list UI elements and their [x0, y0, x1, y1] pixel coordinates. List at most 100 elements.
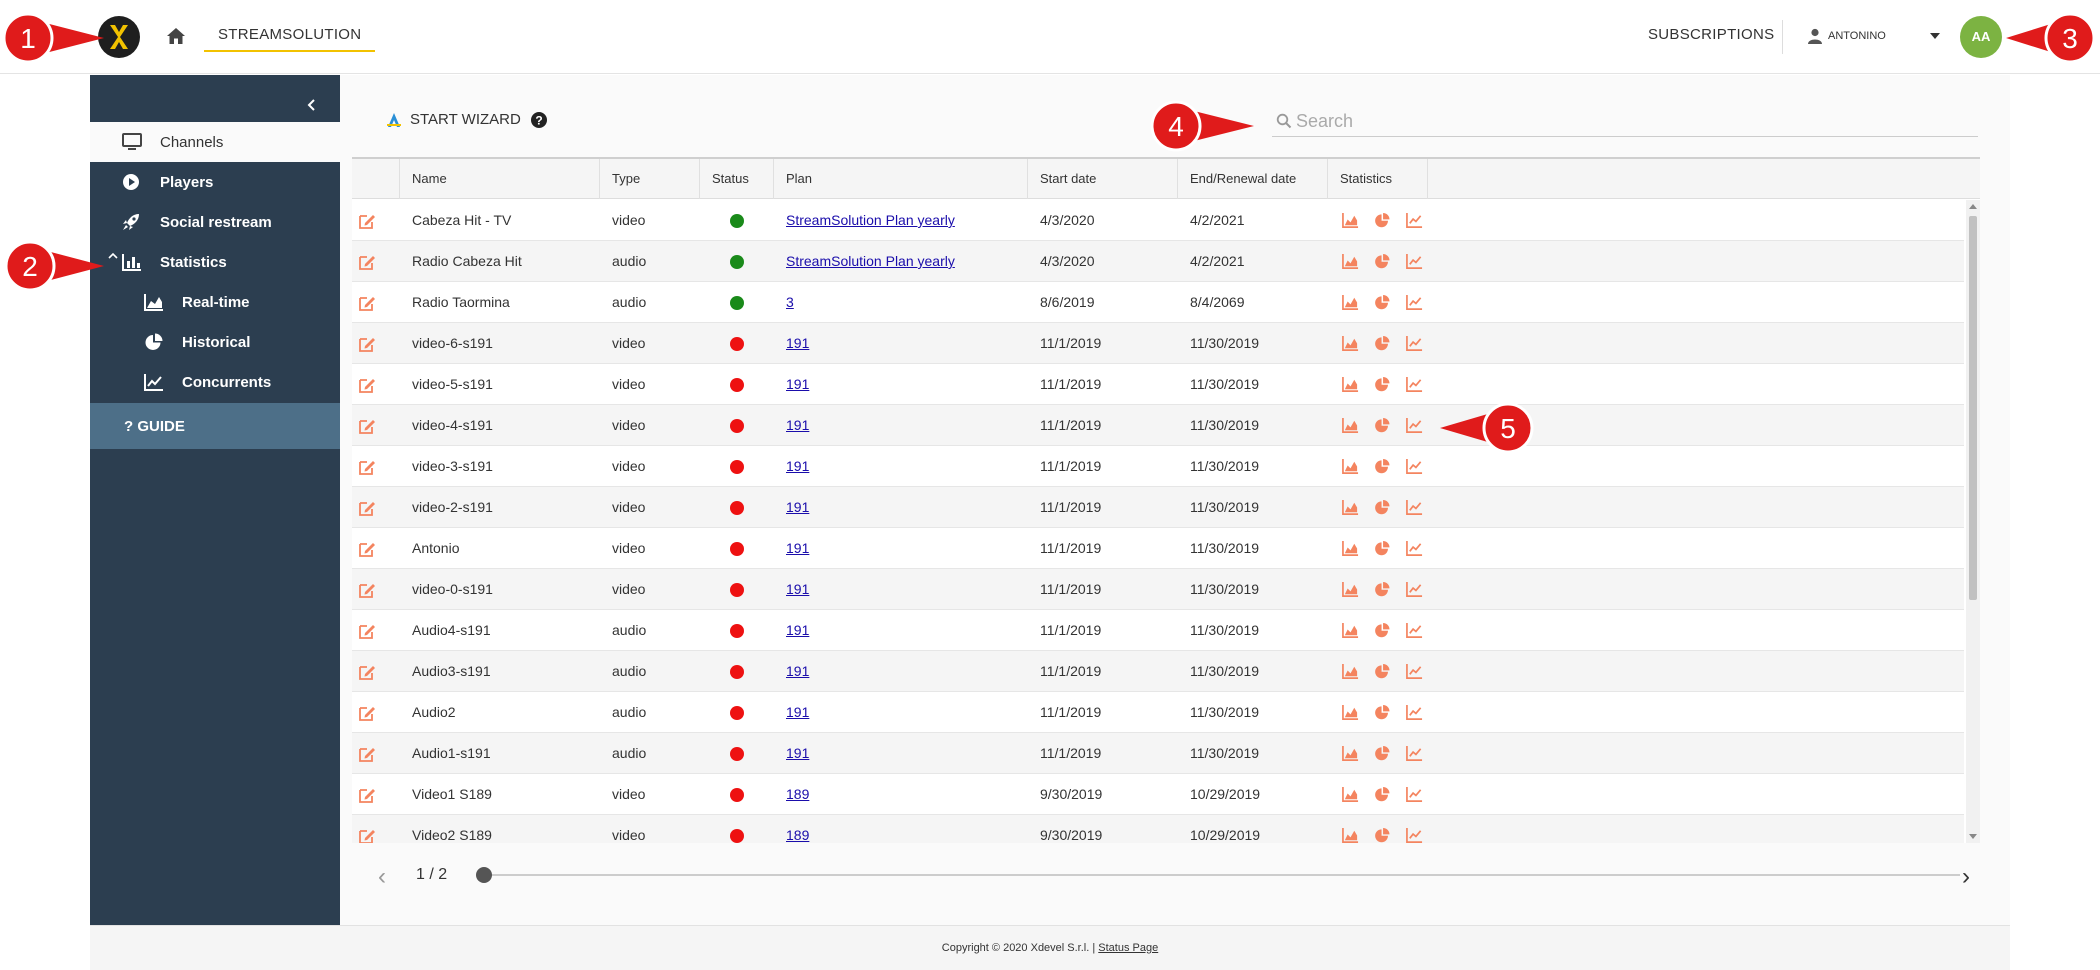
- column-header-plan[interactable]: Plan: [774, 159, 1028, 199]
- line-chart-icon[interactable]: [1406, 581, 1423, 598]
- sidebar-item-statistics[interactable]: Statistics: [90, 242, 340, 282]
- sidebar-item-historical[interactable]: Historical: [90, 322, 340, 362]
- table-scrollbar[interactable]: [1966, 200, 1980, 843]
- page-slider-track[interactable]: [482, 874, 1960, 876]
- line-chart-icon[interactable]: [1406, 458, 1423, 475]
- pie-chart-icon[interactable]: [1374, 540, 1391, 557]
- pie-chart-icon[interactable]: [1374, 786, 1391, 803]
- plan-link[interactable]: 191: [786, 417, 809, 433]
- plan-link[interactable]: StreamSolution Plan yearly: [786, 253, 955, 269]
- area-chart-icon[interactable]: [1342, 745, 1359, 762]
- edit-icon[interactable]: [358, 335, 376, 353]
- edit-icon[interactable]: [358, 458, 376, 476]
- area-chart-icon[interactable]: [1342, 827, 1359, 843]
- plan-link[interactable]: 191: [786, 458, 809, 474]
- line-chart-icon[interactable]: [1406, 745, 1423, 762]
- chevron-down-icon[interactable]: [1930, 33, 1940, 39]
- pie-chart-icon[interactable]: [1374, 827, 1391, 843]
- area-chart-icon[interactable]: [1342, 499, 1359, 516]
- line-chart-icon[interactable]: [1406, 540, 1423, 557]
- plan-link[interactable]: 191: [786, 663, 809, 679]
- line-chart-icon[interactable]: [1406, 417, 1423, 434]
- plan-link[interactable]: 191: [786, 745, 809, 761]
- area-chart-icon[interactable]: [1342, 458, 1359, 475]
- area-chart-icon[interactable]: [1342, 335, 1359, 352]
- plan-link[interactable]: 189: [786, 827, 809, 843]
- avatar[interactable]: AA: [1960, 16, 2002, 58]
- edit-icon[interactable]: [358, 212, 376, 230]
- edit-icon[interactable]: [358, 540, 376, 558]
- column-header-start-date[interactable]: Start date: [1028, 159, 1178, 199]
- line-chart-icon[interactable]: [1406, 663, 1423, 680]
- edit-icon[interactable]: [358, 376, 376, 394]
- line-chart-icon[interactable]: [1406, 499, 1423, 516]
- sidebar-item-channels[interactable]: Channels: [90, 122, 340, 162]
- column-header-name[interactable]: Name: [400, 159, 600, 199]
- guide-button[interactable]: ? GUIDE: [90, 403, 340, 449]
- area-chart-icon[interactable]: [1342, 540, 1359, 557]
- line-chart-icon[interactable]: [1406, 253, 1423, 270]
- pie-chart-icon[interactable]: [1374, 212, 1391, 229]
- plan-link[interactable]: 191: [786, 704, 809, 720]
- pie-chart-icon[interactable]: [1374, 417, 1391, 434]
- scroll-up-icon[interactable]: [1969, 204, 1977, 209]
- home-icon[interactable]: [166, 26, 186, 46]
- area-chart-icon[interactable]: [1342, 376, 1359, 393]
- plan-link[interactable]: 191: [786, 581, 809, 597]
- pie-chart-icon[interactable]: [1374, 376, 1391, 393]
- edit-icon[interactable]: [358, 622, 376, 640]
- pie-chart-icon[interactable]: [1374, 663, 1391, 680]
- start-wizard-button[interactable]: START WIZARD: [386, 111, 521, 128]
- edit-icon[interactable]: [358, 827, 376, 843]
- subscriptions-link[interactable]: SUBSCRIPTIONS: [1648, 26, 1774, 43]
- line-chart-icon[interactable]: [1406, 622, 1423, 639]
- pie-chart-icon[interactable]: [1374, 253, 1391, 270]
- line-chart-icon[interactable]: [1406, 294, 1423, 311]
- scroll-thumb[interactable]: [1969, 216, 1977, 600]
- plan-link[interactable]: 191: [786, 540, 809, 556]
- area-chart-icon[interactable]: [1342, 253, 1359, 270]
- plan-link[interactable]: StreamSolution Plan yearly: [786, 212, 955, 228]
- pie-chart-icon[interactable]: [1374, 581, 1391, 598]
- pie-chart-icon[interactable]: [1374, 499, 1391, 516]
- chevron-right-icon[interactable]: ›: [1962, 863, 1970, 891]
- sidebar-item-social-restream[interactable]: Social restream: [90, 202, 340, 242]
- user-menu-button[interactable]: ANTONINO: [1808, 25, 1886, 47]
- edit-icon[interactable]: [358, 253, 376, 271]
- edit-icon[interactable]: [358, 581, 376, 599]
- pie-chart-icon[interactable]: [1374, 704, 1391, 721]
- area-chart-icon[interactable]: [1342, 786, 1359, 803]
- line-chart-icon[interactable]: [1406, 376, 1423, 393]
- line-chart-icon[interactable]: [1406, 786, 1423, 803]
- line-chart-icon[interactable]: [1406, 704, 1423, 721]
- sidebar-item-real-time[interactable]: Real-time: [90, 282, 340, 322]
- area-chart-icon[interactable]: [1342, 581, 1359, 598]
- sidebar-item-players[interactable]: Players: [90, 162, 340, 202]
- pie-chart-icon[interactable]: [1374, 622, 1391, 639]
- area-chart-icon[interactable]: [1342, 417, 1359, 434]
- help-icon[interactable]: ?: [530, 111, 548, 129]
- edit-icon[interactable]: [358, 704, 376, 722]
- plan-link[interactable]: 189: [786, 786, 809, 802]
- plan-link[interactable]: 191: [786, 499, 809, 515]
- edit-icon[interactable]: [358, 663, 376, 681]
- area-chart-icon[interactable]: [1342, 622, 1359, 639]
- plan-link[interactable]: 191: [786, 376, 809, 392]
- pie-chart-icon[interactable]: [1374, 335, 1391, 352]
- pie-chart-icon[interactable]: [1374, 745, 1391, 762]
- page-slider-handle[interactable]: [476, 867, 492, 883]
- status-page-link[interactable]: Status Page: [1098, 942, 1158, 954]
- tab-streamsolution[interactable]: STREAMSOLUTION: [204, 24, 376, 52]
- plan-link[interactable]: 3: [786, 294, 794, 310]
- plan-link[interactable]: 191: [786, 622, 809, 638]
- line-chart-icon[interactable]: [1406, 212, 1423, 229]
- chevron-left-icon[interactable]: [304, 97, 320, 113]
- edit-icon[interactable]: [358, 417, 376, 435]
- chevron-left-icon[interactable]: ‹: [378, 863, 386, 891]
- column-header-end-date[interactable]: End/Renewal date: [1178, 159, 1328, 199]
- edit-icon[interactable]: [358, 294, 376, 312]
- pie-chart-icon[interactable]: [1374, 294, 1391, 311]
- scroll-down-icon[interactable]: [1969, 834, 1977, 839]
- search-input[interactable]: [1296, 107, 1956, 135]
- sidebar-item-concurrents[interactable]: Concurrents: [90, 362, 340, 402]
